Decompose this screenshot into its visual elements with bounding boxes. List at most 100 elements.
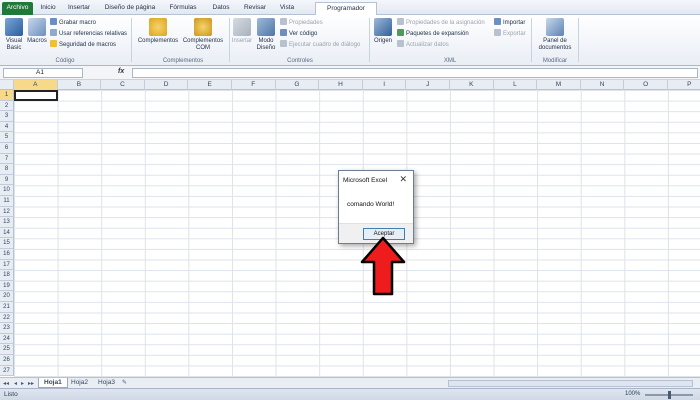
row-header-19[interactable]: 19 [0, 280, 14, 292]
next-sheet-icon[interactable]: ▸ [21, 380, 24, 387]
macros-button[interactable]: Macros [26, 18, 48, 45]
tab-datos[interactable]: Datos [206, 2, 236, 15]
sheet-tab-hoja2[interactable]: Hoja2 [66, 378, 93, 388]
row-header-2[interactable]: 2 [0, 100, 14, 112]
row-header-20[interactable]: 20 [0, 291, 14, 302]
row-header-16[interactable]: 16 [0, 249, 14, 260]
column-header-p[interactable]: P [668, 80, 700, 90]
row-header-13[interactable]: 13 [0, 217, 14, 228]
row-header-7[interactable]: 7 [0, 153, 14, 165]
modo-diseno-button[interactable]: Modo Diseño [254, 18, 278, 51]
new-sheet-icon[interactable]: ✎ [122, 379, 127, 386]
row-header-27[interactable]: 27 [0, 365, 14, 377]
sheet-tab-hoja1[interactable]: Hoja1 [38, 378, 68, 388]
row-header-26[interactable]: 26 [0, 355, 14, 366]
select-all-corner[interactable] [0, 80, 14, 90]
complementos-button[interactable]: Complementos [136, 18, 180, 45]
row-header-15[interactable]: 15 [0, 238, 14, 249]
first-sheet-icon[interactable]: ◂◂ [3, 380, 9, 387]
tab-revisar[interactable]: Revisar [240, 2, 270, 15]
group-label-xml: XML [443, 58, 457, 64]
message-box: Microsoft Excel ✕ comando World! Aceptar [338, 170, 414, 244]
tab-archivo[interactable]: Archivo [2, 2, 33, 15]
row-header-10[interactable]: 10 [0, 185, 14, 196]
row-header-3[interactable]: 3 [0, 111, 14, 122]
group-separator [369, 18, 370, 62]
seguridad-macros-button[interactable]: Seguridad de macros [50, 40, 116, 49]
grabar-macro-button[interactable]: Grabar macro [50, 18, 96, 27]
tab-inicio[interactable]: Inicio [36, 2, 60, 15]
tab-diseno-pagina[interactable]: Diseño de página [99, 2, 161, 15]
column-header-h[interactable]: H [319, 80, 363, 90]
column-header-c[interactable]: C [101, 80, 145, 90]
row-header-17[interactable]: 17 [0, 259, 14, 271]
row-header-24[interactable]: 24 [0, 333, 14, 345]
tab-insertar[interactable]: Insertar [62, 2, 96, 15]
importar-button[interactable]: Importar [494, 18, 525, 27]
exportar-button[interactable]: Exportar [494, 29, 526, 38]
close-icon[interactable]: ✕ [399, 174, 407, 185]
complementos-com-button[interactable]: Complementos COM [181, 18, 225, 51]
insertar-control-button[interactable]: Insertar [231, 18, 253, 45]
column-header-o[interactable]: O [624, 80, 668, 90]
row-header-25[interactable]: 25 [0, 344, 14, 355]
origen-button[interactable]: Origen [372, 18, 394, 45]
sheet-tab-hoja3[interactable]: Hoja3 [93, 378, 120, 388]
tab-programador[interactable]: Programador [315, 2, 377, 15]
paquetes-expansion-button[interactable]: Paquetes de expansión [397, 29, 469, 38]
row-header-22[interactable]: 22 [0, 312, 14, 324]
row-header-6[interactable]: 6 [0, 143, 14, 154]
export-icon [494, 29, 501, 36]
column-header-l[interactable]: L [494, 80, 538, 90]
record-macro-icon [50, 18, 57, 25]
warning-icon [50, 40, 57, 47]
column-header-b[interactable]: B [58, 80, 102, 90]
row-header-14[interactable]: 14 [0, 227, 14, 239]
ejecutar-cuadro-button[interactable]: Ejecutar cuadro de diálogo [280, 40, 360, 49]
sheet-tab-bar: ◂◂ ◂ ▸ ▸▸ Hoja1 Hoja2 Hoja3 ✎ [0, 377, 700, 388]
ribbon: Visual Basic Macros Grabar macro Usar re… [0, 15, 700, 66]
name-box[interactable]: A1 [3, 68, 83, 78]
column-header-k[interactable]: K [450, 80, 494, 90]
row-header-12[interactable]: 12 [0, 206, 14, 218]
column-header-f[interactable]: F [232, 80, 276, 90]
horizontal-scrollbar[interactable] [448, 380, 693, 387]
last-sheet-icon[interactable]: ▸▸ [28, 380, 34, 387]
propiedades-button[interactable]: Propiedades [280, 18, 323, 27]
usar-referencias-button[interactable]: Usar referencias relativas [50, 29, 127, 38]
column-header-j[interactable]: J [406, 80, 450, 90]
column-header-a[interactable]: A [14, 80, 58, 90]
tab-formulas[interactable]: Fórmulas [164, 2, 202, 15]
row-header-5[interactable]: 5 [0, 132, 14, 143]
row-header-9[interactable]: 9 [0, 174, 14, 186]
propiedades-asignacion-button[interactable]: Propiedades de la asignación [397, 18, 485, 27]
refresh-data-icon [397, 40, 404, 47]
ver-codigo-button[interactable]: Ver código [280, 29, 317, 38]
column-header-d[interactable]: D [145, 80, 189, 90]
column-header-e[interactable]: E [188, 80, 232, 90]
red-arrow-annotation [360, 236, 406, 296]
active-cell-a1[interactable] [14, 90, 58, 101]
panel-documentos-button[interactable]: Panel de documentos [536, 18, 574, 51]
visual-basic-icon [5, 18, 23, 36]
tab-vista[interactable]: Vista [275, 2, 299, 15]
fx-icon[interactable]: fx [118, 68, 124, 75]
row-header-18[interactable]: 18 [0, 270, 14, 281]
column-header-m[interactable]: M [537, 80, 581, 90]
column-header-n[interactable]: N [581, 80, 625, 90]
formula-input[interactable] [132, 68, 698, 78]
visual-basic-button[interactable]: Visual Basic [3, 18, 25, 51]
column-header-i[interactable]: I [363, 80, 407, 90]
actualizar-datos-button[interactable]: Actualizar datos [397, 40, 449, 49]
row-header-23[interactable]: 23 [0, 323, 14, 334]
row-header-21[interactable]: 21 [0, 302, 14, 313]
row-header-4[interactable]: 4 [0, 121, 14, 133]
row-header-8[interactable]: 8 [0, 164, 14, 175]
zoom-slider-thumb[interactable] [668, 391, 671, 399]
column-header-g[interactable]: G [276, 80, 320, 90]
group-separator [578, 18, 579, 62]
row-header-1[interactable]: 1 [0, 90, 14, 101]
zoom-level[interactable]: 100% [625, 391, 640, 397]
prev-sheet-icon[interactable]: ◂ [14, 380, 17, 387]
row-header-11[interactable]: 11 [0, 196, 14, 207]
